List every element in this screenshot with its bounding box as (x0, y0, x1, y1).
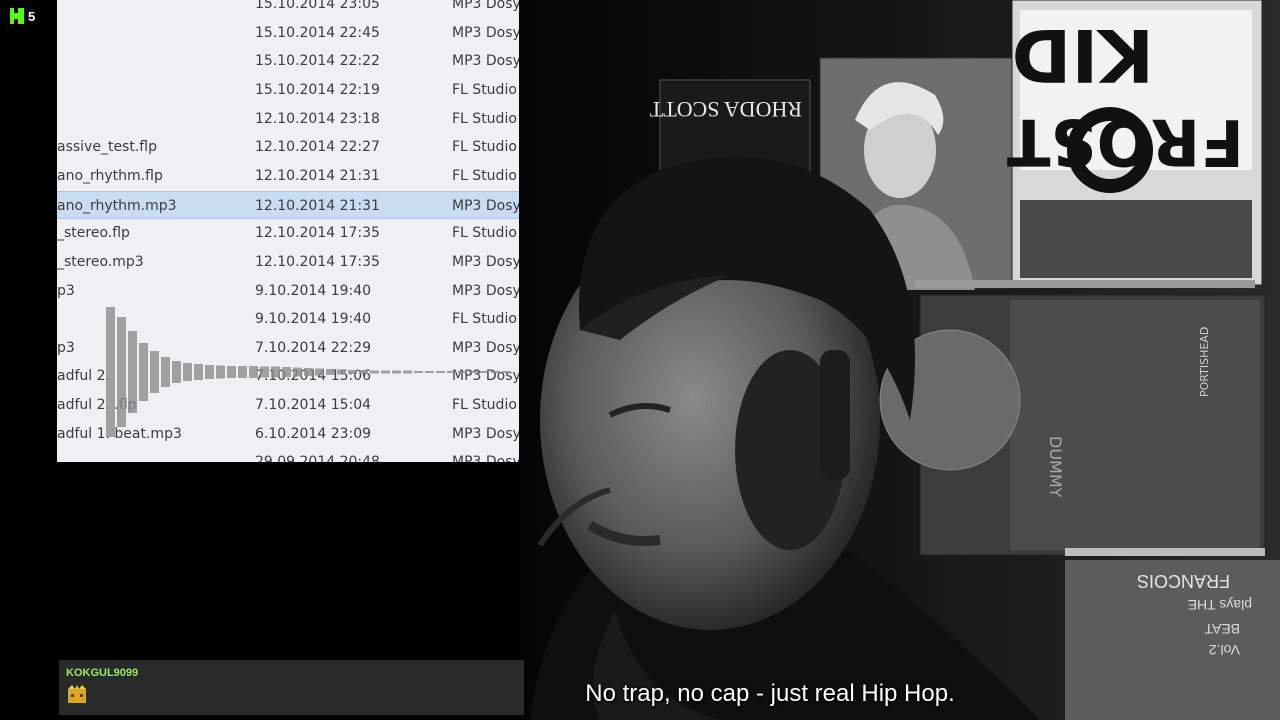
poster-dummy-label: DUMMY (1046, 436, 1065, 498)
file-row[interactable]: ano_rhythm.mp3 12.10.2014 21:31 MP3 Dosy (57, 190, 519, 219)
file-name: _stereo.flp (57, 225, 130, 242)
poster-francois-line4: Vol.2 (1209, 642, 1240, 658)
file-date: 9.10.2014 19:40 (255, 282, 372, 299)
file-type: MP3 Dosy (452, 253, 519, 270)
file-name: adful 1. beat.mp3 (57, 425, 182, 442)
chat-username: KOKGUL9099 (66, 667, 139, 679)
file-date: 15.10.2014 22:22 (255, 53, 380, 70)
webcam-scene: RHODA SCOTT KID FROST PORTISHEAD DUMMY F… (520, 0, 1280, 720)
file-name: _stereo.mp3 (57, 253, 144, 270)
file-row[interactable]: _stereo.flp 12.10.2014 17:35 FL Studio (57, 219, 519, 247)
poster-portishead: PORTISHEAD DUMMY (879, 294, 1266, 556)
file-row[interactable]: _stereo.mp3 12.10.2014 17:35 MP3 Dosy (57, 248, 519, 276)
file-type: MP3 Dosy (452, 53, 519, 70)
file-date: 15.10.2014 22:19 (255, 81, 380, 98)
poster-portishead-label: PORTISHEAD (1198, 327, 1211, 397)
subtitle-caption: No trap, no cap - just real Hip Hop. (585, 680, 955, 707)
file-row[interactable]: adful 2. .flp 7.10.2014 15:04 FL Studio (57, 391, 519, 419)
file-type: MP3 Dosy (452, 282, 519, 299)
file-row[interactable]: ano_rhythm.flp 12.10.2014 21:31 FL Studio (57, 162, 519, 190)
file-row[interactable]: adful 1. beat.mp3 6.10.2014 23:09 MP3 Dosy (57, 420, 519, 448)
file-date: 29.09.2014 20:48 (255, 454, 380, 462)
file-explorer-window: 15.10.2014 23:05 MP3 Dosy 15.10.2014 22:45… (57, 0, 519, 462)
kick-badge: 5 (10, 8, 35, 24)
file-type: FL Studio (452, 110, 517, 127)
poster-rhoda-title: RHODA SCOTT (649, 97, 802, 122)
file-type: MP3 Dosy (452, 0, 519, 12)
file-name: assive_test.flp (57, 139, 157, 156)
file-date: 6.10.2014 23:09 (255, 425, 372, 442)
file-type: FL Studio (452, 397, 517, 414)
file-row[interactable]: adful 2. 7.10.2014 15:06 MP3 Dosy (57, 362, 519, 390)
file-date: 12.10.2014 23:18 (255, 110, 380, 127)
file-type: MP3 Dosy (452, 425, 519, 442)
file-type: FL Studio (452, 81, 517, 98)
file-date: 12.10.2014 17:35 (255, 225, 380, 242)
file-type: MP3 Dosy (452, 339, 519, 356)
file-row[interactable]: assive_test.flp 12.10.2014 22:27 FL Studio (57, 133, 519, 161)
file-date: 7.10.2014 22:29 (255, 339, 372, 356)
crown-emote-icon (68, 685, 86, 703)
file-row[interactable]: p3 7.10.2014 22:29 MP3 Dosy (57, 334, 519, 362)
file-row[interactable]: 29.09.2014 20:48 MP3 Dosy (57, 448, 519, 462)
file-type: MP3 Dosy (452, 368, 519, 385)
poster-francois: FRANCOIS plays THE BEAT Vol.2 (1065, 560, 1280, 720)
viewer-count: 5 (28, 8, 36, 24)
file-name: ano_rhythm.mp3 (57, 197, 177, 214)
file-date: 7.10.2014 15:04 (255, 397, 372, 414)
poster-francois-line2: plays THE (1188, 597, 1252, 613)
file-date: 12.10.2014 21:31 (255, 197, 380, 214)
chat-panel: KOKGUL9099 (59, 660, 524, 715)
poster-kid-line1: KID (1012, 13, 1154, 97)
poster-francois-line1: FRANCOIS (1137, 571, 1230, 591)
kick-logo-icon (10, 8, 24, 24)
poster-kid-frost: KID FROST (1007, 0, 1263, 286)
file-type: MP3 Dosy (452, 197, 519, 214)
file-name: p3 (57, 339, 75, 356)
poster-francois-line3: BEAT (1204, 621, 1240, 637)
file-date: 7.10.2014 15:06 (255, 368, 372, 385)
file-date: 12.10.2014 22:27 (255, 139, 380, 156)
file-row[interactable]: 9.10.2014 19:40 FL Studio (57, 305, 519, 333)
webcam-feed: RHODA SCOTT KID FROST PORTISHEAD DUMMY F… (520, 0, 1280, 720)
file-type: MP3 Dosy (452, 454, 519, 462)
file-row[interactable]: 12.10.2014 23:18 FL Studio (57, 105, 519, 133)
file-row[interactable]: 15.10.2014 23:05 MP3 Dosy (57, 0, 519, 18)
file-name: ano_rhythm.flp (57, 167, 163, 184)
file-type: FL Studio (452, 225, 517, 242)
file-row[interactable]: 15.10.2014 22:45 MP3 Dosy (57, 19, 519, 47)
file-name: p3 (57, 282, 75, 299)
file-name: adful 2. (57, 368, 110, 385)
file-name: adful 2. .flp (57, 397, 137, 414)
file-type: FL Studio (452, 311, 517, 328)
file-row[interactable]: p3 9.10.2014 19:40 MP3 Dosy (57, 277, 519, 305)
file-date: 9.10.2014 19:40 (255, 311, 372, 328)
file-row[interactable]: 15.10.2014 22:19 FL Studio (57, 76, 519, 104)
file-row[interactable]: 15.10.2014 22:22 MP3 Dosy (57, 47, 519, 75)
file-date: 12.10.2014 17:35 (255, 253, 380, 270)
file-type: FL Studio (452, 139, 517, 156)
file-type: FL Studio (452, 167, 517, 184)
file-date: 15.10.2014 23:05 (255, 0, 380, 12)
file-type: MP3 Dosy (452, 24, 519, 41)
file-date: 12.10.2014 21:31 (255, 167, 380, 184)
file-date: 15.10.2014 22:45 (255, 24, 380, 41)
